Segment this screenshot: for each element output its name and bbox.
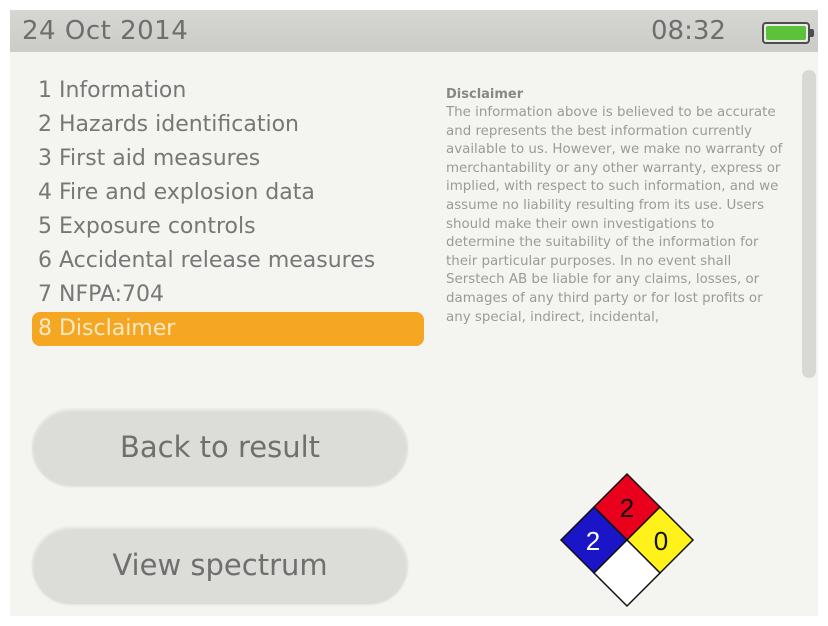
menu-item-information[interactable]: 1 Information bbox=[32, 74, 424, 108]
disclaimer-title: Disclaimer bbox=[446, 87, 524, 102]
menu-item-fire-explosion[interactable]: 4 Fire and explosion data bbox=[32, 176, 424, 210]
status-date: 24 Oct 2014 bbox=[22, 16, 189, 46]
menu-item-exposure-controls[interactable]: 5 Exposure controls bbox=[32, 210, 424, 244]
nfpa-instability-value: 0 bbox=[654, 526, 668, 556]
back-to-result-button[interactable]: Back to result bbox=[32, 408, 408, 486]
nfpa-704-diamond-icon: 2 2 0 bbox=[559, 472, 695, 608]
view-spectrum-button[interactable]: View spectrum bbox=[32, 526, 408, 604]
device-screen: 24 Oct 2014 08:32 1 Information 2 Hazard… bbox=[10, 10, 818, 616]
status-bar: 24 Oct 2014 08:32 bbox=[10, 10, 818, 52]
status-time: 08:32 bbox=[651, 16, 726, 46]
menu-item-accidental-release[interactable]: 6 Accidental release measures bbox=[32, 244, 424, 278]
scrollbar-thumb[interactable] bbox=[802, 70, 816, 378]
menu-item-hazards-identification[interactable]: 2 Hazards identification bbox=[32, 108, 424, 142]
nfpa-flammability-value: 2 bbox=[620, 493, 634, 523]
disclaimer-text: The information above is believed to be … bbox=[446, 105, 783, 325]
menu-item-disclaimer[interactable]: 8 Disclaimer bbox=[32, 312, 424, 346]
nfpa-health-value: 2 bbox=[586, 526, 600, 556]
battery-tip bbox=[810, 29, 814, 37]
menu-item-first-aid[interactable]: 3 First aid measures bbox=[32, 142, 424, 176]
battery-icon bbox=[762, 22, 814, 44]
menu-item-nfpa-704[interactable]: 7 NFPA:704 bbox=[32, 278, 424, 312]
scrollbar-track[interactable] bbox=[802, 70, 818, 610]
battery-level bbox=[766, 26, 806, 40]
disclaimer-panel: Disclaimer The information above is beli… bbox=[446, 86, 786, 327]
section-menu: 1 Information 2 Hazards identification 3… bbox=[32, 74, 424, 346]
